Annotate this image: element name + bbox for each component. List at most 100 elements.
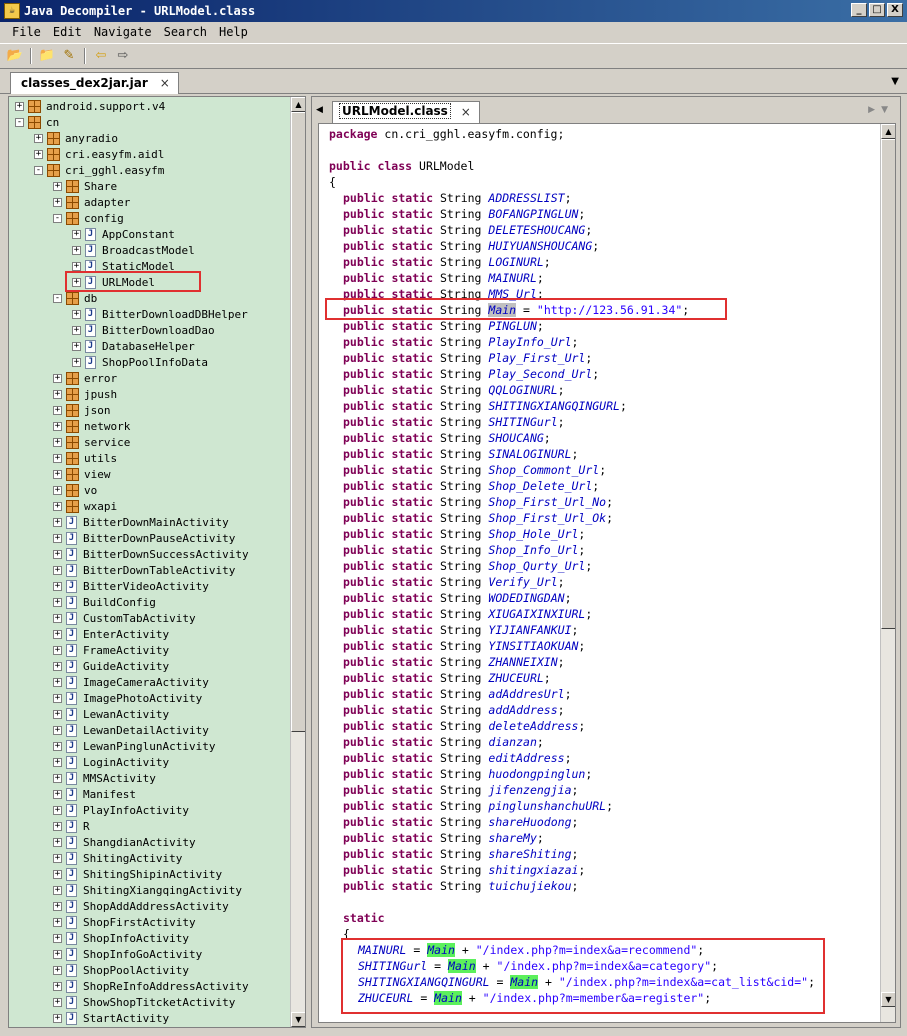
tree-item[interactable]: + J BitterDownPauseActivity [53,530,235,546]
expand-icon[interactable]: + [72,309,81,319]
tree-item[interactable]: + J ShopFirstActivity [53,914,196,930]
menu-file[interactable]: File [6,22,47,42]
expand-icon[interactable]: + [34,133,43,143]
tree-item[interactable]: + android.support.v4 [15,98,165,114]
expand-icon[interactable]: + [53,821,62,831]
tree-item[interactable]: + adapter [53,194,130,210]
expand-icon[interactable]: + [53,773,62,783]
expand-icon[interactable]: + [53,597,62,607]
tree-item[interactable]: + J ShangdianActivity [53,834,196,850]
expand-icon[interactable]: + [15,101,24,111]
expand-icon[interactable]: + [53,997,62,1007]
expand-icon[interactable]: + [53,405,62,415]
expand-icon[interactable]: + [53,485,62,495]
expand-icon[interactable]: + [72,357,81,367]
tree-item[interactable]: + json [53,402,111,418]
tree-item[interactable]: + J PlayInfoActivity [53,802,189,818]
tree-item[interactable]: + J ShopInfoActivity [53,930,189,946]
tree-item[interactable]: + J DatabaseHelper [72,338,195,354]
collapse-icon[interactable]: - [53,293,62,303]
tree-item[interactable]: + J BitterDownSuccessActivity [53,546,249,562]
tree-item[interactable]: + network [53,418,130,434]
tree-item[interactable]: + J R [53,818,90,834]
class-tab[interactable]: URLModel.class × [332,101,480,123]
tree-item[interactable]: + J ImagePhotoActivity [53,690,202,706]
collapse-icon[interactable]: - [53,213,62,223]
expand-icon[interactable]: + [53,389,62,399]
expand-icon[interactable]: + [53,437,62,447]
settings-icon[interactable]: ✎ [60,48,78,64]
tree-item[interactable]: + J LewanDetailActivity [53,722,209,738]
expand-icon[interactable]: + [53,373,62,383]
tree-item[interactable]: + cri.easyfm.aidl [34,146,164,162]
expand-icon[interactable]: + [53,197,62,207]
expand-icon[interactable]: + [53,677,62,687]
expand-icon[interactable]: + [53,517,62,527]
scroll-down-arrow-icon[interactable]: ▼ [291,1012,305,1027]
scroll-up-arrow-icon[interactable]: ▲ [881,124,895,139]
collapse-icon[interactable]: - [15,117,24,127]
menu-search[interactable]: Search [158,22,213,42]
tab-nav-arrows-icon[interactable]: ▶▼ [868,105,894,115]
tree-item[interactable]: + J ShitingShipinActivity [53,866,222,882]
tree-item[interactable]: + J LoginActivity [53,754,169,770]
expand-icon[interactable]: + [53,469,62,479]
menu-edit[interactable]: Edit [47,22,88,42]
tree-item[interactable]: + J ShopPoolActivity [53,962,189,978]
expand-icon[interactable]: + [53,981,62,991]
expand-icon[interactable]: + [53,869,62,879]
tree-item[interactable]: + J EnterActivity [53,626,169,642]
tree-item[interactable]: + Share [53,178,117,194]
tree-item[interactable]: + J BitterDownloadDBHelper [72,306,248,322]
collapse-icon[interactable]: - [34,165,43,175]
tree-item[interactable]: + J ShopReInfoAddressActivity [53,978,249,994]
tree-item[interactable]: + J ShopAddAddressActivity [53,898,229,914]
chevron-down-icon[interactable]: ▼ [891,76,899,87]
tree-item[interactable]: + jpush [53,386,117,402]
tree-item[interactable]: + J BitterDownMainActivity [53,514,229,530]
tree-item[interactable]: - cri_gghl.easyfm [34,162,164,178]
expand-icon[interactable]: + [72,341,81,351]
tree-item[interactable]: + utils [53,450,117,466]
tree-item[interactable]: + J BitterVideoActivity [53,578,209,594]
expand-icon[interactable]: + [53,613,62,623]
expand-icon[interactable]: + [53,645,62,655]
expand-icon[interactable]: + [53,949,62,959]
expand-icon[interactable]: + [53,789,62,799]
expand-icon[interactable]: + [53,181,62,191]
maximize-button[interactable]: □ [869,3,885,17]
expand-icon[interactable]: + [53,453,62,463]
tree-item[interactable]: + error [53,370,117,386]
tree-item[interactable]: + view [53,466,111,482]
expand-icon[interactable]: + [72,245,81,255]
expand-icon[interactable]: + [53,709,62,719]
tree-item[interactable]: + anyradio [34,130,118,146]
expand-icon[interactable]: + [72,229,81,239]
expand-icon[interactable]: + [53,1013,62,1023]
tree-item[interactable]: + J BitterDownloadDao [72,322,215,338]
scroll-thumb[interactable] [881,139,895,629]
tree-item[interactable]: + vo [53,482,97,498]
tree-item[interactable]: + J AppConstant [72,226,175,242]
tree-item[interactable]: + J ShitingXiangqingActivity [53,882,242,898]
expand-icon[interactable]: + [53,581,62,591]
expand-icon[interactable]: + [53,901,62,911]
close-icon[interactable]: × [461,105,471,119]
tree-item[interactable]: + J Manifest [53,786,136,802]
tree-item[interactable]: - cn [15,114,59,130]
source-code[interactable]: ▲ ▼ package cn.cri_gghl.easyfm.config; pu… [318,123,896,1023]
expand-icon[interactable]: + [53,421,62,431]
menu-navigate[interactable]: Navigate [88,22,158,42]
tree-item[interactable]: - config [53,210,124,226]
tree-item[interactable]: + J BroadcastModel [72,242,195,258]
forward-arrow-icon[interactable]: ⇨ [114,48,132,64]
tree-item[interactable]: + J CustomTabActivity [53,610,196,626]
tree-item[interactable]: + J FrameActivity [53,642,169,658]
tree-item[interactable]: + wxapi [53,498,117,514]
close-icon[interactable]: × [160,76,170,90]
tree-item[interactable]: + J GuideActivity [53,658,169,674]
expand-icon[interactable]: + [72,261,81,271]
expand-icon[interactable]: + [53,853,62,863]
tree-item[interactable]: + J StartActivity [53,1010,169,1026]
scroll-down-arrow-icon[interactable]: ▼ [881,992,895,1007]
